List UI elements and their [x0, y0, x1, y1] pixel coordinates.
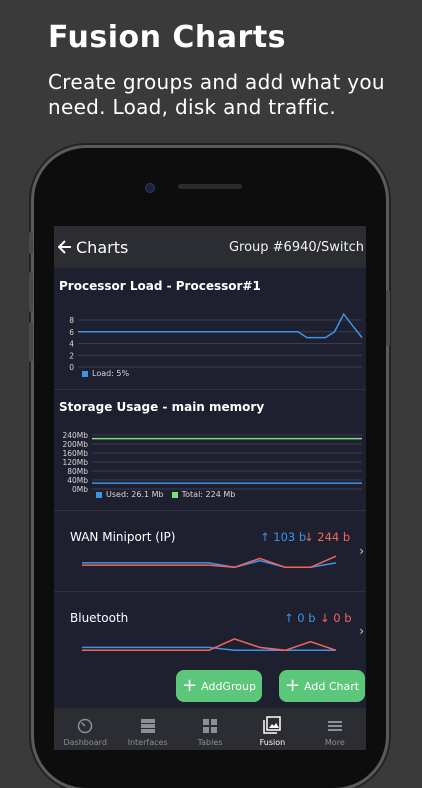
group-title: Group #6940/Switch: [228, 239, 364, 255]
wan-upload-rate: ↑ 103 b: [260, 530, 307, 544]
processor-y-tick-label: 6: [69, 328, 74, 337]
storage-y-tick-label: 200Mb: [62, 440, 88, 449]
volume-down-button: [29, 322, 33, 362]
table-icon: [203, 719, 218, 733]
used-legend-swatch: [96, 491, 102, 498]
tab-interfaces[interactable]: Interfaces: [116, 708, 178, 750]
plus-icon: +: [182, 675, 198, 696]
processor-chart-title: Processor Load - Processor#1: [59, 279, 261, 293]
processor-series-line: [78, 312, 363, 339]
storage-total-label: Total: 224 Mb: [181, 490, 236, 499]
storage-y-tick-label: 160Mb: [62, 449, 88, 458]
chevron-right-icon: ›: [359, 544, 364, 558]
storage-chart-title: Storage Usage - main memory: [59, 400, 265, 414]
bluetooth-interface-name: Bluetooth: [70, 611, 129, 625]
app-screen: Charts Group #6940/Switch Processor Load…: [54, 226, 366, 750]
bluetooth-traffic-chart: [82, 638, 337, 652]
load-legend-swatch: [82, 370, 88, 377]
promo-subtitle: Create groups and add what you need. Loa…: [48, 70, 385, 119]
processor-y-tick-label: 4: [69, 340, 74, 349]
storage-y-tick-label: 0Mb: [72, 485, 88, 493]
top-bar: Charts Group #6940/Switch: [54, 226, 366, 268]
wan-traffic-chart: [82, 555, 337, 569]
earpiece-speaker: [178, 184, 242, 189]
bluetooth-download-rate: ↓ 0 b: [320, 611, 352, 625]
add-chart-label: Add Chart: [304, 679, 360, 693]
total-legend-swatch: [171, 491, 178, 498]
tab-tables[interactable]: Tables: [179, 708, 241, 750]
back-arrow-icon: [58, 240, 71, 254]
processor-load-chart[interactable]: 8 6 4 2 0: [54, 312, 366, 372]
gauge-icon: [77, 718, 93, 734]
tab-dashboard[interactable]: Dashboard: [54, 708, 116, 750]
tab-fusion-label: Fusion: [259, 738, 286, 747]
tab-interfaces-label: Interfaces: [127, 738, 168, 747]
section-divider: [54, 591, 366, 592]
storage-used-label: Used: 26.1 Mb: [106, 490, 164, 499]
plus-icon: +: [284, 675, 301, 696]
storage-y-tick-label: 80Mb: [67, 467, 88, 476]
section-divider: [54, 389, 366, 390]
wan-download-rate: ↓ 244 b: [304, 530, 351, 544]
storage-y-tick-label: 240Mb: [62, 431, 88, 440]
add-chart-button[interactable]: + Add Chart: [279, 670, 365, 702]
menu-icon: [327, 721, 342, 731]
image-icon: [263, 716, 282, 734]
chevron-right-icon: ›: [359, 624, 364, 638]
tab-dashboard-label: Dashboard: [63, 738, 107, 747]
back-button[interactable]: Charts: [58, 238, 128, 257]
bottom-tab-bar: Dashboard Interfaces Tables Fusion More: [54, 708, 366, 750]
storage-y-tick-label: 120Mb: [62, 458, 88, 467]
bluetooth-series-line: [82, 638, 337, 652]
tab-fusion[interactable]: Fusion: [241, 708, 303, 750]
back-label: Charts: [76, 237, 129, 257]
volume-up-button: [29, 272, 33, 312]
promo-title: Fusion Charts: [48, 20, 287, 55]
storage-y-tick-label: 40Mb: [67, 476, 88, 485]
bluetooth-upload-rate: ↑ 0 b: [284, 611, 316, 625]
storage-legend: Used: 26.1 Mb Total: 224 Mb: [96, 490, 235, 499]
tab-more-label: More: [324, 738, 345, 747]
processor-legend-label: Load: 5%: [92, 369, 130, 378]
front-camera: [145, 183, 155, 193]
processor-y-tick-label: 2: [69, 351, 74, 360]
wan-series-line: [82, 555, 337, 569]
add-group-button[interactable]: + AddGroup: [176, 670, 262, 702]
server-icon: [140, 719, 155, 733]
tab-tables-label: Tables: [197, 738, 223, 747]
storage-usage-chart[interactable]: 240Mb200Mb160Mb120Mb80Mb40Mb0Mb: [54, 431, 366, 493]
processor-y-tick-label: 8: [69, 316, 74, 325]
processor-legend: Load: 5%: [82, 369, 129, 378]
wan-series-line: [82, 559, 337, 569]
mute-switch: [29, 232, 33, 254]
section-divider: [54, 510, 366, 511]
tab-more[interactable]: More: [304, 708, 366, 750]
power-button: [386, 290, 390, 346]
processor-y-tick-label: 0: [69, 363, 74, 372]
add-group-label: AddGroup: [201, 679, 256, 693]
